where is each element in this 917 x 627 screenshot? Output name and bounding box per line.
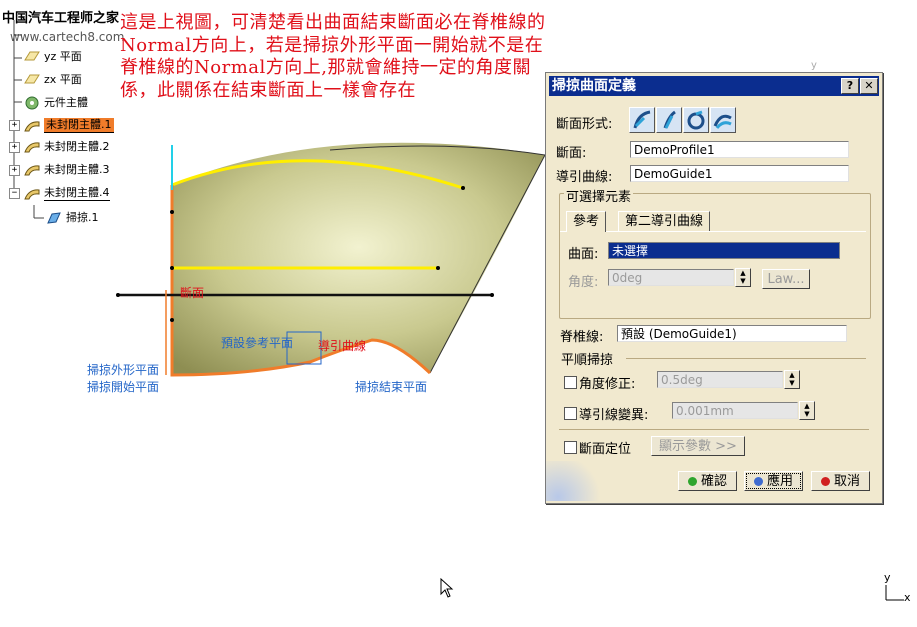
ok-icon [687, 477, 697, 486]
section-type-label: 斷面形式: [556, 117, 613, 132]
positioning-divider [559, 429, 869, 430]
spine-field[interactable]: 預設 (DemoGuide1) [617, 325, 847, 342]
tab-second-guide[interactable]: 第二導引曲線 [618, 211, 711, 232]
angle-correction-label: 角度修正: [579, 377, 636, 392]
dialog-title-bar[interactable]: 掃掠曲面定義 ? ✕ [549, 76, 879, 96]
guide-deviation-field[interactable]: 0.001mm [672, 402, 798, 419]
axis-label-top: y [811, 60, 817, 71]
section-type-line-icon[interactable] [656, 107, 682, 133]
smooth-divider [626, 358, 866, 359]
end-plane-label: 掃掠結束平面 [355, 380, 428, 394]
section-type-conic-icon[interactable] [710, 107, 736, 133]
section-positioning-label: 斷面定位 [579, 442, 632, 457]
law-button[interactable]: Law... [762, 269, 810, 289]
section-type-explicit-icon[interactable] [629, 107, 655, 133]
angle-spinner[interactable]: ▲ ▼ [735, 268, 751, 287]
tab-reference[interactable]: 參考 [566, 211, 607, 232]
axis-label-x: x [904, 591, 911, 604]
annotation-text: 這是上視圖，可清楚看出曲面結束斷面必在脊椎線的Normal方向上，若是掃掠外形平… [120, 12, 546, 101]
dialog-title: 掃掠曲面定義 [552, 78, 636, 94]
cancel-icon [820, 477, 830, 486]
angle-correction-field[interactable]: 0.5deg [657, 371, 783, 388]
angle-field[interactable]: 0deg [608, 269, 734, 286]
apply-button[interactable]: 應用 [744, 471, 803, 491]
help-button[interactable]: ? [841, 78, 859, 94]
show-params-button[interactable]: 顯示參數 >> [651, 436, 745, 456]
section-field[interactable]: DemoProfile1 [630, 141, 849, 158]
section-label: 斷面 [180, 286, 205, 300]
ok-button[interactable]: 確認 [678, 471, 737, 491]
close-button[interactable]: ✕ [860, 78, 878, 94]
section-type-circle-icon[interactable] [683, 107, 709, 133]
apply-icon [753, 477, 763, 486]
start-plane-label: 掃掠開始平面 [87, 380, 160, 394]
guide-deviation-spinner[interactable]: ▲ ▼ [799, 401, 815, 420]
angle-correction-checkbox[interactable] [564, 376, 577, 389]
guide-deviation-label: 導引線變異: [579, 408, 649, 423]
guide-curve-label: 導引曲線 [318, 339, 367, 353]
angle-field-label: 角度: [568, 275, 599, 290]
mouse-cursor-icon [440, 578, 454, 598]
sweep-definition-dialog: 掃掠曲面定義 ? ✕ 斷面形式: 斷面: DemoProfile1 導引曲線: … [545, 72, 883, 504]
spine-field-label: 脊椎線: [560, 330, 604, 345]
cancel-button[interactable]: 取消 [811, 471, 870, 491]
guide-deviation-checkbox[interactable] [564, 407, 577, 420]
axis-label-y: y [884, 571, 891, 584]
section-positioning-checkbox[interactable] [564, 441, 577, 454]
optional-elements-title: 可選擇元素 [564, 186, 634, 205]
apply-label: 應用 [766, 474, 793, 489]
profile-plane-label: 掃掠外形平面 [87, 363, 160, 377]
surface-field[interactable]: 未選擇 [608, 242, 840, 259]
angle-correction-spinner[interactable]: ▲ ▼ [784, 370, 800, 389]
cancel-label: 取消 [833, 474, 860, 489]
smooth-sweep-title: 平順掃掠 [559, 349, 616, 368]
surface-field-label: 曲面: [568, 247, 599, 262]
section-field-label: 斷面: [556, 146, 587, 161]
default-ref-plane-label: 預設參考平面 [221, 336, 294, 350]
guide-curve-field[interactable]: DemoGuide1 [630, 165, 849, 182]
guide-curve-field-label: 導引曲線: [556, 170, 613, 185]
ok-label: 確認 [700, 474, 727, 489]
dialog-corner-decoration [546, 461, 606, 501]
